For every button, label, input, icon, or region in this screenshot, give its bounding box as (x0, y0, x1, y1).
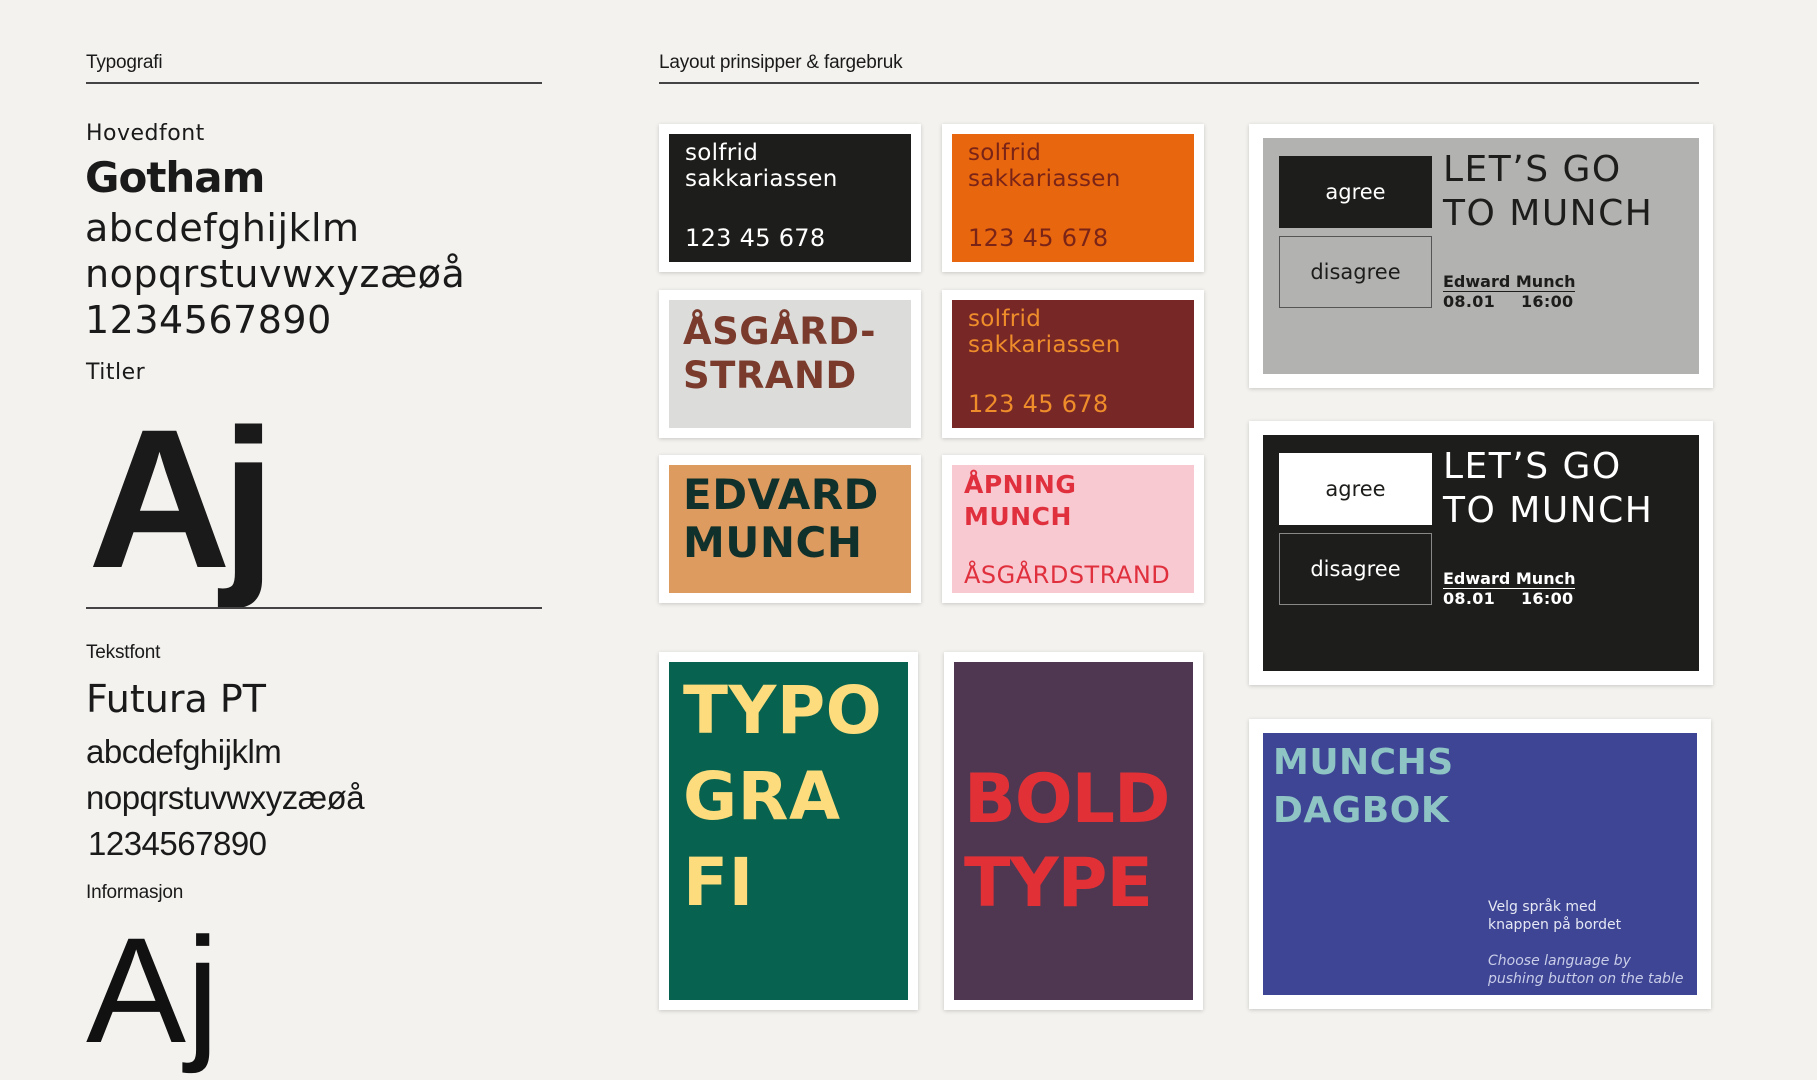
business-card-maroon: solfrid sakkariassen 123 45 678 (942, 290, 1204, 438)
info-sample: Aj (86, 906, 220, 1074)
info-label: Informasjon (86, 882, 184, 903)
event-name: Edward Munch (1443, 569, 1576, 589)
event-time: 16:00 (1521, 292, 1574, 311)
disagree-button[interactable]: disagree (1279, 236, 1432, 308)
screen-title: MUNCHS DAGBOK (1273, 742, 1454, 831)
poster-bold-type: BOLD TYPE (944, 652, 1203, 1010)
agree-button[interactable]: agree (1279, 156, 1432, 228)
card-asgardstrand: ÅSGÅRD- STRAND (659, 290, 921, 438)
main-font-name: Gotham (85, 153, 265, 202)
layout-section-title: Layout prinsipper & fargebruk (659, 52, 903, 73)
event-time: 16:00 (1521, 589, 1574, 608)
disagree-button[interactable]: disagree (1279, 533, 1432, 605)
text-font-sample-1: abcdefghijklm (86, 733, 282, 770)
titles-sample: Aj (88, 388, 276, 609)
screen-title: LET’S GO TO MUNCH (1443, 149, 1654, 234)
poster-title: BOLD TYPE (964, 760, 1170, 923)
screen-dark: agree disagree LET’S GO TO MUNCH Edward … (1249, 421, 1713, 685)
screen-title: LET’S GO TO MUNCH (1443, 446, 1654, 531)
text-font-name: Futura PT (86, 677, 266, 721)
screen-light: agree disagree LET’S GO TO MUNCH Edward … (1249, 124, 1713, 388)
agree-button[interactable]: agree (1279, 453, 1432, 525)
business-card-orange: solfrid sakkariassen 123 45 678 (942, 124, 1204, 272)
card-name: solfrid sakkariassen (685, 140, 838, 192)
main-font-sample-1: abcdefghijklm (85, 206, 360, 250)
event-date: 08.01 (1443, 589, 1496, 608)
card-name: solfrid sakkariassen (968, 140, 1121, 192)
text-font-label: Tekstfont (86, 642, 161, 663)
text-font-sample-3: 1234567890 (88, 825, 267, 862)
typography-divider (86, 82, 542, 84)
poster-typografi: TYPO GRA FI (659, 652, 918, 1010)
typography-section-title: Typografi (86, 52, 163, 73)
screen-blue: MUNCHS DAGBOK Velg språk med knappen på … (1249, 719, 1711, 1009)
card-apning-munch: ÅPNING MUNCH ÅSGÅRDSTRAND (942, 455, 1204, 603)
event-date: 08.01 (1443, 292, 1496, 311)
titles-label: Titler (86, 360, 146, 385)
card-title: EDVARD MUNCH (683, 470, 879, 567)
typography-divider-2 (86, 607, 542, 609)
card-edvard-munch: EDVARD MUNCH (659, 455, 921, 603)
language-info-en: Choose language by pushing button on the… (1488, 953, 1684, 987)
card-name: solfrid sakkariassen (968, 306, 1121, 358)
card-subtitle: ÅSGÅRDSTRAND (964, 561, 1171, 589)
layout-divider (659, 82, 1699, 84)
business-card-black: solfrid sakkariassen 123 45 678 (659, 124, 921, 272)
main-font-label: Hovedfont (86, 121, 205, 146)
card-number: 123 45 678 (968, 390, 1109, 418)
main-font-sample-3: 1234567890 (85, 298, 332, 342)
main-font-sample-2: nopqrstuvwxyzæøå (85, 252, 466, 296)
poster-title: TYPO GRA FI (683, 672, 883, 921)
language-info-no: Velg språk med knappen på bordet (1488, 899, 1622, 933)
card-title: ÅSGÅRD- STRAND (683, 310, 877, 397)
text-font-sample-2: nopqrstuvwxyzæøå (86, 779, 365, 816)
card-title: ÅPNING MUNCH (964, 470, 1077, 531)
card-number: 123 45 678 (968, 224, 1109, 252)
card-number: 123 45 678 (685, 224, 826, 252)
event-name: Edward Munch (1443, 272, 1576, 292)
